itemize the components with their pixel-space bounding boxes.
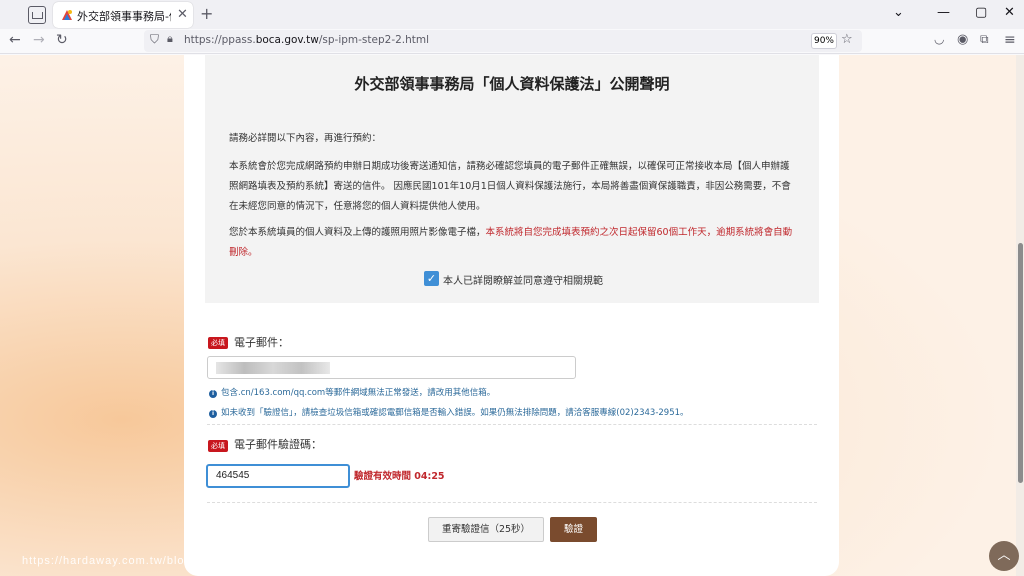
verification-timer: 驗證有效時間 04:25 [354,471,445,482]
tab-list-icon[interactable] [28,6,46,24]
nav-bar: ← → ↻ ⛉ 🔒︎ https://ppass.boca.gov.tw/sp-… [0,29,1024,54]
pocket-icon[interactable]: ◡ [934,32,944,46]
back-icon[interactable]: ← [9,32,21,48]
verification-code-label: 電子郵件驗證碼： [234,438,322,451]
email-input[interactable] [207,356,576,379]
resend-verification-button[interactable]: 重寄驗證信（25秒） [428,517,544,542]
agree-label[interactable]: 本人已詳閱瞭解並同意遵守相關規範 [443,272,603,287]
verify-button[interactable]: 驗證 [550,517,597,542]
new-tab-icon[interactable]: + [200,4,213,23]
privacy-notice: 外交部領事事務局「個人資料保護法」公開聲明 請務必詳閱以下內容，再進行預約： 本… [205,55,819,303]
site-favicon-icon [62,10,72,20]
tab-title: 外交部領事事務局-個人申辦護照 [77,10,171,23]
close-window-icon[interactable]: ✕ [1004,5,1015,20]
notice-paragraph-1: 本系統會於您完成網路預約申辦日期成功後寄送通知信，請務必確認您填員的電子郵件正確… [229,161,791,212]
extensions-icon[interactable]: ⧉ [980,32,989,47]
scroll-thumb[interactable] [1018,243,1023,483]
notice-intro: 請務必詳閱以下內容，再進行預約： [229,133,382,144]
info-note-domains: i 包含.cn/163.com/qq.com等郵件網域無法正常發送，請改用其他信箱… [209,386,495,398]
required-badge: 必填 [208,337,228,349]
zoom-level[interactable]: 90% [811,33,837,49]
info-icon: i [209,410,217,418]
url-bar[interactable]: ⛉ 🔒︎ https://ppass.boca.gov.tw/sp-ipm-st… [144,30,862,52]
page-scrollbar[interactable] [1016,55,1024,576]
page-viewport: 外交部領事事務局「個人資料保護法」公開聲明 請務必詳閱以下內容，再進行預約： 本… [0,55,1016,576]
watermark-text: https://hardaway.com.tw/blo [22,555,185,567]
url-text: https://ppass.boca.gov.tw/sp-ipm-step2-2… [184,34,430,46]
maximize-icon[interactable]: ▢ [975,5,987,20]
verification-code-input[interactable]: 464545 [206,464,350,488]
menu-icon[interactable]: ≡ [1004,32,1016,48]
info-note-verification: i 如未收到「驗證信」，請檢查垃圾信箱或確認電郵信箱是否輸入錯誤。如果仍無法排除問… [209,406,689,418]
shield-icon[interactable]: ⛉ [150,32,159,47]
divider [207,424,817,425]
forward-icon[interactable]: → [33,32,45,48]
back-to-top-icon[interactable]: ︿ [989,541,1019,571]
required-badge: 必填 [208,440,228,452]
reload-icon[interactable]: ↻ [56,32,68,48]
content-card: 外交部領事事務局「個人資料保護法」公開聲明 請務必詳閱以下內容，再進行預約： 本… [184,55,839,576]
list-all-tabs-icon[interactable]: ⌄ [893,5,904,20]
email-label: 電子郵件： [234,336,289,349]
bookmark-star-icon[interactable]: ☆ [841,32,853,47]
notice-paragraph-2: 您於本系統填員的個人資料及上傳的護照用照片影像電子檔，本系統將自您完成填表預約之… [229,227,793,258]
lock-icon[interactable]: 🔒︎ [167,32,173,46]
close-tab-icon[interactable]: ✕ [177,7,188,22]
minimize-icon[interactable]: — [937,5,950,20]
browser-tab[interactable]: 外交部領事事務局-個人申辦護照 ✕ [53,2,193,28]
redacted-email [216,362,330,374]
divider [207,502,817,503]
info-icon: i [209,390,217,398]
notice-title: 外交部領事事務局「個人資料保護法」公開聲明 [354,75,670,93]
agree-checkbox[interactable]: ✓ [424,271,439,286]
tab-bar: 外交部領事事務局-個人申辦護照 ✕ + ⌄ — ▢ ✕ [0,0,1024,29]
account-icon[interactable]: ◉ [957,32,968,47]
